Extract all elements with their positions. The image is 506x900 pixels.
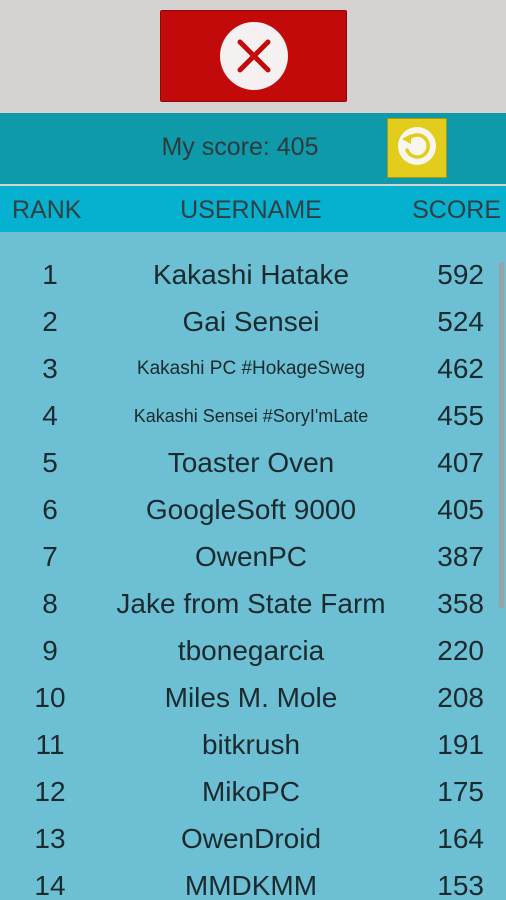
rank-cell: 2 [42, 306, 58, 337]
header-score: SCORE [412, 196, 501, 224]
username-cell: Jake from State Farm [116, 588, 386, 619]
table-row: 4 Kakashi Sensei #SoryI'mLate 455 [0, 392, 500, 439]
score-cell: 175 [437, 776, 484, 807]
table-row: 3 Kakashi PC #HokageSweg 462 [0, 345, 500, 392]
table-row: 8 Jake from State Farm 358 [0, 580, 500, 627]
score-cell: 407 [437, 447, 484, 478]
refresh-button[interactable] [387, 118, 447, 178]
table-row: 6 GoogleSoft 9000 405 [0, 486, 500, 533]
leaderboard-header: USERNAME RANK SCORE [0, 186, 506, 232]
table-row: 9 tbonegarcia 220 [0, 627, 500, 674]
score-cell: 358 [437, 588, 484, 619]
close-icon [219, 22, 288, 90]
score-cell: 455 [437, 400, 484, 431]
rank-cell: 11 [35, 729, 65, 760]
score-cell: 462 [437, 353, 484, 384]
username-cell: Gai Sensei [182, 306, 320, 337]
my-score-label: My score: 405 [161, 133, 319, 161]
table-row: 7 OwenPC 387 [0, 533, 500, 580]
username-cell: Kakashi PC #HokageSweg [136, 358, 366, 379]
rank-cell: 8 [42, 588, 58, 619]
score-cell: 592 [437, 259, 484, 290]
rank-cell: 3 [42, 353, 58, 384]
close-button[interactable] [160, 10, 347, 102]
rank-cell: 1 [42, 259, 58, 290]
table-row: 13 OwenDroid 164 [0, 815, 500, 862]
table-row: 5 Toaster Oven 407 [0, 439, 500, 486]
username-cell: tbonegarcia [177, 635, 325, 666]
rank-cell: 10 [34, 682, 66, 713]
username-cell: bitkrush [201, 729, 301, 760]
leaderboard-list[interactable]: 1 Kakashi Hatake 592 2 Gai Sensei 524 3 Kakashi… [0, 232, 506, 900]
rank-cell: 12 [34, 776, 66, 807]
table-row: 10 Miles M. Mole 208 [0, 674, 500, 721]
score-cell: 191 [437, 729, 484, 760]
username-cell: OwenDroid [180, 823, 322, 854]
score-cell: 220 [437, 635, 484, 666]
username-cell: MMDKMM [184, 870, 318, 900]
rank-cell: 5 [42, 447, 58, 478]
rank-cell: 14 [34, 870, 66, 900]
username-cell: Kakashi Hatake [152, 259, 350, 290]
username-cell: Miles M. Mole [164, 682, 338, 713]
rank-cell: 6 [42, 494, 58, 525]
table-row: 14 MMDKMM 153 [0, 862, 500, 900]
table-row: 1 Kakashi Hatake 592 [0, 251, 500, 298]
refresh-icon [396, 125, 438, 172]
score-cell: 387 [437, 541, 484, 572]
my-score-bar: My score: 405 [0, 113, 506, 184]
header-rank: RANK [12, 196, 82, 224]
username-cell: MikoPC [201, 776, 300, 807]
username-cell: GoogleSoft 9000 [145, 494, 357, 525]
table-row: 2 Gai Sensei 524 [0, 298, 500, 345]
rank-cell: 9 [42, 635, 58, 666]
top-bar [0, 0, 506, 112]
username-cell: Toaster Oven [167, 447, 335, 478]
rank-cell: 4 [42, 400, 58, 431]
table-row: 11 bitkrush 191 [0, 721, 500, 768]
username-cell: Kakashi Sensei #SoryI'mLate [133, 406, 369, 426]
username-cell: OwenPC [194, 541, 308, 572]
rank-cell: 7 [42, 541, 58, 572]
rank-cell: 13 [34, 823, 66, 854]
score-cell: 208 [437, 682, 484, 713]
table-row: 12 MikoPC 175 [0, 768, 500, 815]
score-cell: 153 [437, 870, 484, 900]
score-cell: 524 [437, 306, 484, 337]
score-cell: 405 [437, 494, 484, 525]
score-cell: 164 [437, 823, 484, 854]
